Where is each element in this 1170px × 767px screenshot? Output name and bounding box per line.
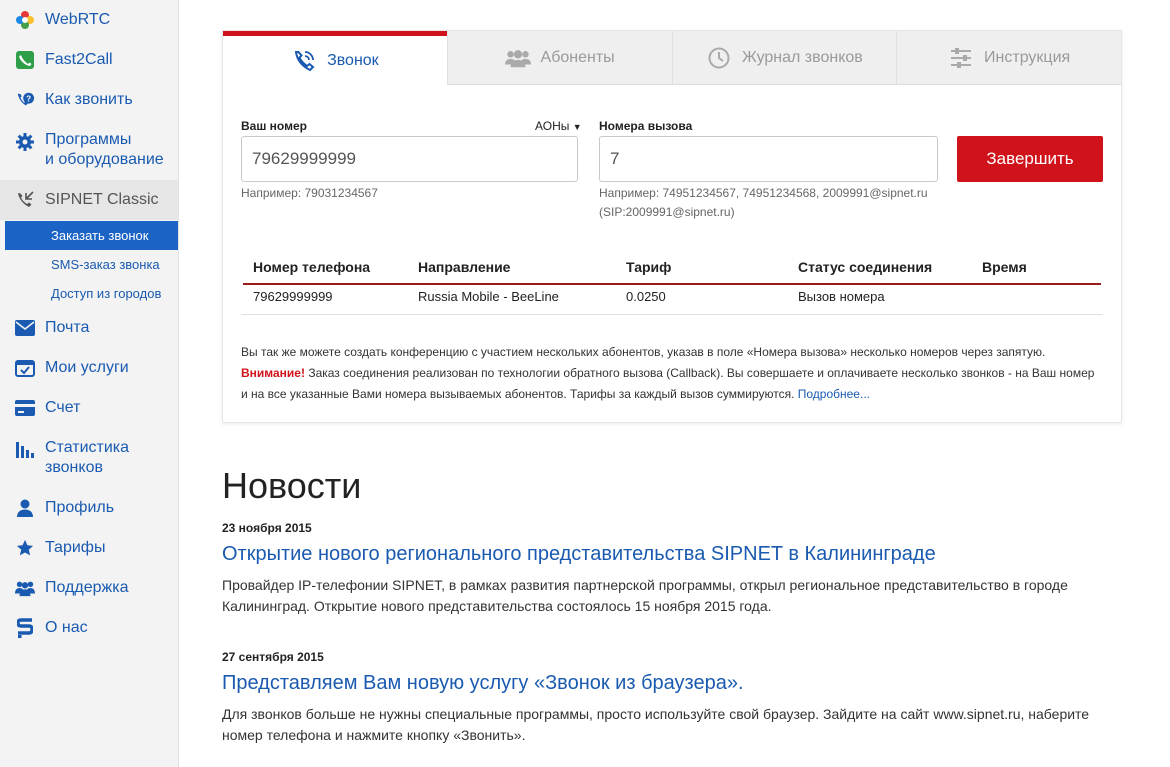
tab-call[interactable]: Звонок: [223, 31, 447, 85]
table-header: Тариф: [616, 257, 788, 285]
sidebar-item-label: Поддержка: [45, 579, 129, 596]
users-icon: [15, 578, 35, 598]
table-header: Направление: [408, 257, 616, 285]
tab-bar: Звонок Абоненты Журнал звонков Инструкци…: [223, 31, 1121, 85]
conference-note: Вы так же можете создать конференцию с у…: [241, 342, 1103, 405]
webrtc-icon: [15, 10, 35, 30]
note-warning: Внимание!: [241, 366, 305, 380]
sidebar-item-label: Мои услуги: [45, 359, 129, 376]
sidebar-item-label: Как звонить: [45, 91, 133, 108]
news-date: 23 ноября 2015: [222, 521, 312, 535]
caret-down-icon: ▼: [572, 122, 582, 132]
phone-incoming-icon: [15, 190, 35, 210]
tab-call-log[interactable]: Журнал звонков: [671, 31, 897, 85]
sidebar-item-label: Почта: [45, 319, 90, 336]
table-header: Статус соединения: [788, 257, 972, 285]
phone-square-icon: [15, 50, 35, 70]
news-heading: Новости: [222, 465, 362, 506]
sidebar-item-sipnet-classic[interactable]: SIPNET Classic: [0, 180, 178, 220]
sidebar-item-label-line1: Статистика: [45, 439, 130, 456]
tab-label: Звонок: [327, 51, 379, 69]
tab-label: Абоненты: [540, 48, 615, 66]
sliders-icon: [948, 46, 974, 70]
sidebar: WebRTC Fast2Call ? Как звонить Программы…: [0, 0, 179, 767]
news-title-link[interactable]: Открытие нового регионального представит…: [222, 543, 936, 566]
table-cell: 0.0250: [626, 289, 666, 304]
your-number-label: Ваш номер: [241, 119, 307, 133]
sidebar-item-label: Статистика звонков: [45, 438, 129, 478]
table-header: Номер телефона: [243, 257, 408, 285]
call-numbers-hint-line2: (SIP:2009991@sipnet.ru): [599, 205, 735, 219]
sidebar-item-label-line2: и оборудование: [45, 151, 164, 168]
news-title-link[interactable]: Представляем Вам новую услугу «Звонок из…: [222, 672, 744, 695]
phone-icon: [291, 49, 317, 73]
aon-dropdown[interactable]: АОНы ▼: [535, 119, 582, 133]
sidebar-subitem-order-call[interactable]: Заказать звонок: [5, 221, 178, 250]
call-numbers-hint-line1: Например: 74951234567, 74951234568, 2009…: [599, 186, 928, 200]
sidebar-item-label: Fast2Call: [45, 51, 113, 68]
call-numbers-label: Номера вызова: [599, 119, 693, 133]
more-link[interactable]: Подробнее...: [798, 387, 870, 401]
sidebar-subitem-sms-order[interactable]: SMS-заказ звонка: [5, 250, 178, 279]
sidebar-item-label: SIPNET Classic: [45, 191, 159, 208]
call-panel: Звонок Абоненты Журнал звонков Инструкци…: [222, 30, 1122, 423]
user-icon: [15, 498, 35, 518]
sidebar-item-label: Программы и оборудование: [45, 130, 164, 170]
call-numbers-hint: Например: 74951234567, 74951234568, 2009…: [599, 184, 928, 222]
tab-instructions[interactable]: Инструкция: [896, 31, 1121, 85]
news-date: 27 сентября 2015: [222, 650, 324, 664]
sidebar-item-label: О нас: [45, 619, 88, 636]
sidebar-item-label: WebRTC: [45, 11, 111, 28]
envelope-icon: [15, 318, 35, 338]
phone-question-icon: ?: [15, 90, 35, 110]
sidebar-item-label: Счет: [45, 399, 81, 416]
tab-subscribers[interactable]: Абоненты: [446, 31, 672, 85]
sidebar-subitem-city-access[interactable]: Доступ из городов: [5, 279, 178, 308]
call-numbers-input[interactable]: [599, 136, 938, 182]
your-number-input[interactable]: [241, 136, 578, 182]
table-cell: Russia Mobile - BeeLine: [418, 289, 559, 304]
sidebar-item-label: Тарифы: [45, 539, 106, 556]
sidebar-item-label-line2: звонков: [45, 459, 103, 476]
gear-icon: [15, 132, 35, 152]
your-number-hint: Например: 79031234567: [241, 186, 378, 200]
note-text: Вы так же можете создать конференцию с у…: [241, 345, 1046, 359]
table-cell: Вызов номера: [798, 289, 885, 304]
star-icon: [15, 538, 35, 558]
bar-chart-icon: [15, 440, 35, 460]
credit-card-icon: [15, 398, 35, 418]
table-header: Время: [972, 257, 1101, 285]
sidebar-item-label-line1: Программы: [45, 131, 132, 148]
note-text: Заказ соединения реализован по технологи…: [241, 366, 1095, 401]
news-text: Для звонков больше не нужны специальные …: [222, 706, 1090, 743]
row-divider: [241, 314, 1103, 315]
end-call-button[interactable]: Завершить: [957, 136, 1103, 182]
calendar-icon: [15, 358, 35, 378]
clock-icon: [706, 46, 732, 70]
svg-text:?: ?: [26, 94, 31, 103]
tab-label: Журнал звонков: [741, 48, 863, 66]
tab-label: Инструкция: [984, 48, 1071, 66]
aon-label: АОНы: [535, 119, 570, 133]
sidebar-item-label: Профиль: [45, 499, 115, 516]
news-text: Провайдер IP-телефонии SIPNET, в рамках …: [222, 577, 1068, 614]
group-icon: [504, 46, 531, 70]
sipnet-logo-icon: [15, 618, 35, 638]
table-cell: 79629999999: [253, 289, 333, 304]
